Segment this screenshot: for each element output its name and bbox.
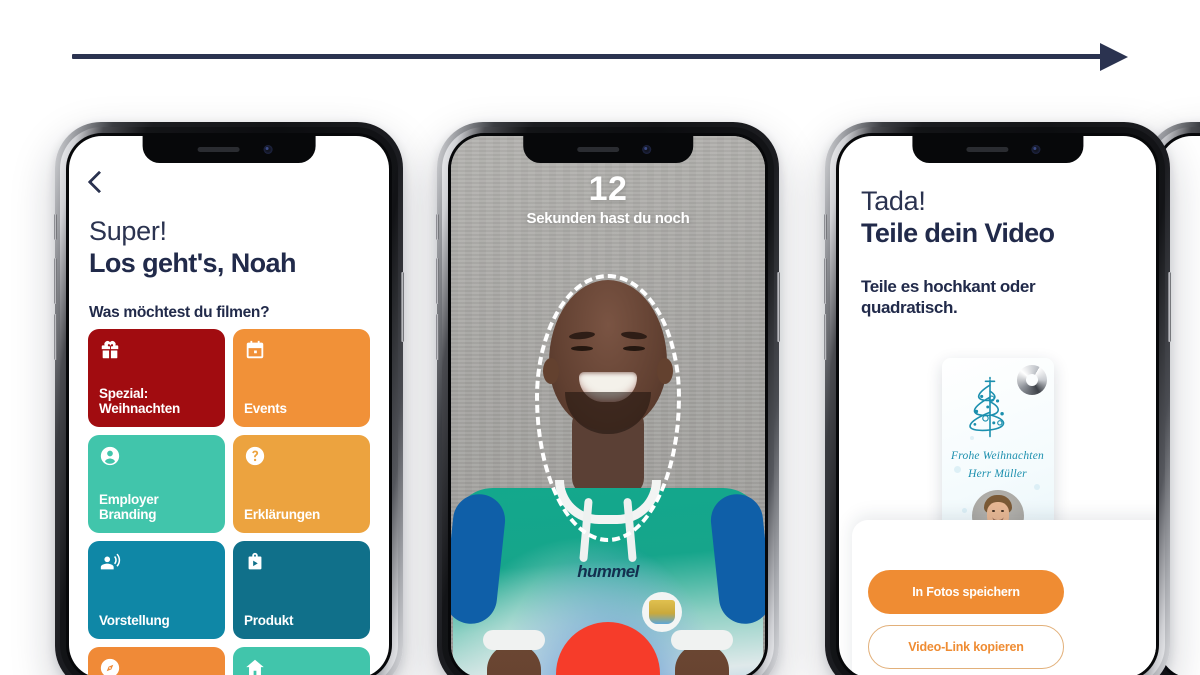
tile-vorstellung[interactable]: Vorstellung (88, 541, 225, 639)
phone3-notch (911, 136, 1084, 163)
snowflake-dot (961, 508, 967, 513)
bag-play-icon (244, 551, 266, 573)
phone1-notch (142, 136, 316, 163)
card-greeting-line2: Herr Müller (968, 468, 1027, 480)
copy-video-link-button[interactable]: Video-Link kopieren (868, 625, 1064, 669)
phone2-notch (523, 136, 693, 163)
countdown-overlay: 12 Sekunden hast du noch (451, 172, 765, 227)
progress-arrow-line (72, 54, 1102, 59)
share-title-light: Tada! (861, 186, 926, 216)
tile-employer-branding[interactable]: Employer Branding (88, 435, 225, 533)
phone1-power-button[interactable] (401, 272, 404, 342)
phone2-power-button[interactable] (777, 272, 780, 342)
greeting-bold: Los geht's, Noah (89, 248, 296, 279)
tile-erklaerungen[interactable]: Erklärungen (233, 435, 370, 533)
front-camera-icon (1031, 145, 1041, 154)
progress-arrow (72, 40, 1128, 74)
tile-row4-left[interactable] (88, 647, 225, 675)
share-title-bold: Teile dein Video (861, 218, 1055, 249)
filming-question: Was möchtest du filmen? (89, 304, 270, 321)
tile-produkt[interactable]: Produkt (233, 541, 370, 639)
team-crest-icon (642, 592, 682, 632)
tile-row4-right[interactable] (233, 647, 370, 675)
phone1-volume-up[interactable] (54, 258, 57, 304)
gift-icon (99, 339, 121, 361)
phone1-mute-switch[interactable] (54, 214, 57, 240)
tile-label: Erklärungen (244, 507, 321, 523)
tile-label: Spezial: Weihnachten (99, 385, 181, 417)
phone1-screen: Super! Los geht's, Noah Was möchtest du … (69, 136, 389, 675)
phone1-heading: Super! Los geht's, Noah (89, 216, 371, 279)
phone-mockup-1: Super! Los geht's, Noah Was möchtest du … (54, 122, 404, 675)
person-icon (99, 445, 121, 467)
front-camera-icon (263, 145, 273, 154)
tile-label: Employer Branding (99, 491, 159, 523)
category-tile-grid: Spezial: Weihnachten Events Employer Bra… (88, 329, 370, 675)
christmas-tree-icon (952, 376, 1028, 444)
calendar-icon (244, 339, 266, 361)
tile-spezial-weihnachten[interactable]: Spezial: Weihnachten (88, 329, 225, 427)
phone2-volume-up[interactable] (436, 258, 439, 304)
share-subtitle: Teile es hochkant oder quadratisch. (861, 277, 1036, 318)
phone1-volume-down[interactable] (54, 314, 57, 360)
phone3-volume-down[interactable] (824, 314, 827, 360)
share-action-sheet: In Fotos speichern Video-Link kopieren (852, 520, 1156, 675)
countdown-label: Sekunden hast du noch (526, 210, 690, 227)
compass-icon (99, 657, 121, 675)
phone3-mute-switch[interactable] (824, 214, 827, 240)
phone3-volume-up[interactable] (824, 258, 827, 304)
home-icon (244, 657, 266, 675)
tile-events[interactable]: Events (233, 329, 370, 427)
snowflake-dot (1033, 484, 1040, 490)
countdown-number: 12 (588, 170, 628, 208)
save-to-photos-button[interactable]: In Fotos speichern (868, 570, 1064, 614)
phone-mockup-2: hummel 12 Sekunden hast du noch (436, 122, 780, 675)
phone2-volume-down[interactable] (436, 314, 439, 360)
earpiece-speaker-icon (197, 147, 240, 152)
phone2-mute-switch[interactable] (436, 214, 439, 240)
arm-left (483, 630, 545, 675)
phone2-screen: hummel 12 Sekunden hast du noch (451, 136, 765, 675)
tile-label: Events (244, 401, 287, 417)
phone3-heading: Tada! Teile dein Video (861, 186, 1136, 249)
slide-canvas: Super! Los geht's, Noah Was möchtest du … (0, 0, 1200, 675)
front-camera-icon (641, 145, 651, 154)
tile-label: Produkt (244, 613, 294, 629)
back-button[interactable] (87, 170, 111, 194)
arm-right (671, 630, 733, 675)
phone3-power-button[interactable] (1168, 272, 1171, 342)
jersey-brand-text: hummel (577, 562, 639, 581)
greeting-light: Super! (89, 216, 167, 246)
tile-label: Vorstellung (99, 613, 170, 629)
earpiece-speaker-icon (966, 147, 1009, 152)
card-greeting-line1: Frohe Weihnachten (951, 450, 1044, 462)
announce-icon (99, 551, 121, 573)
phone3-screen: Tada! Teile dein Video Teile es hochkant… (839, 136, 1156, 675)
progress-arrow-head (1100, 43, 1128, 71)
earpiece-speaker-icon (576, 147, 619, 152)
question-icon (244, 445, 266, 467)
phone-mockup-3: Tada! Teile dein Video Teile es hochkant… (824, 122, 1171, 675)
